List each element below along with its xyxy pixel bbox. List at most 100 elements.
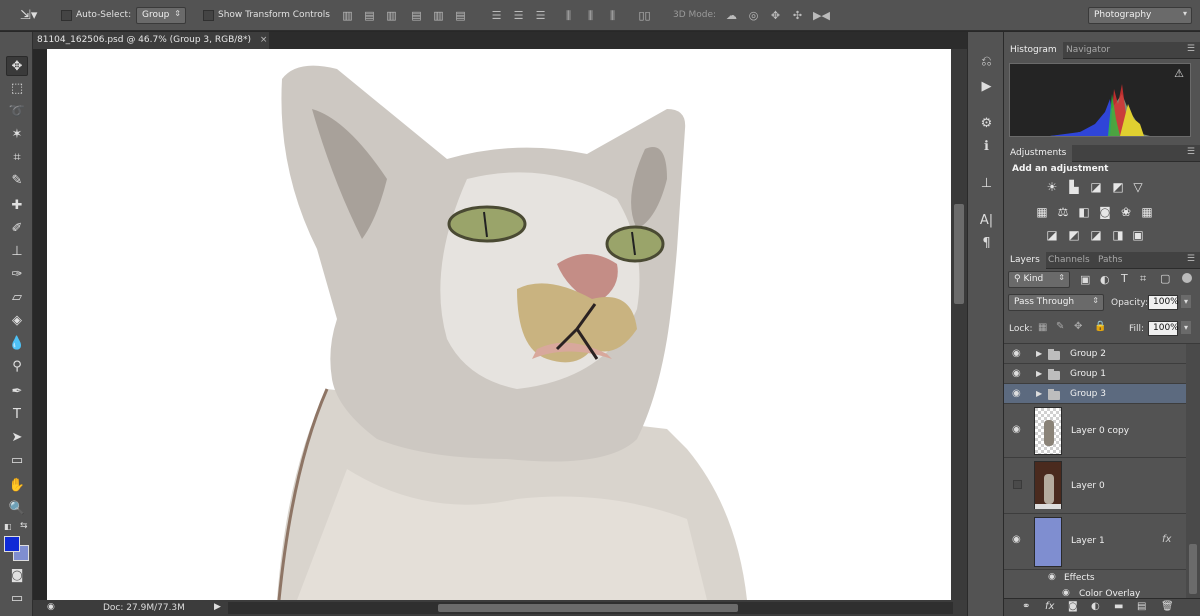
filter-shape-icon[interactable]: ⌗ (1140, 272, 1146, 286)
gradient-map-icon[interactable]: ◨ (1110, 228, 1126, 242)
effects-row[interactable]: ◉ Effects (1004, 570, 1186, 586)
link-layers-icon[interactable]: ⚭ (1022, 601, 1030, 612)
foreground-color-swatch[interactable] (4, 536, 20, 552)
status-arrow-icon[interactable]: ▶ (214, 602, 221, 612)
auto-select-dropdown[interactable]: Group ⇕ (136, 7, 186, 24)
layer-row-layer-0-copy[interactable]: ◉ Layer 0 copy (1004, 404, 1186, 458)
fill-field[interactable]: 100% (1148, 321, 1179, 336)
swap-colors-icon[interactable]: ⇆ (20, 521, 28, 531)
layer-row-group-2[interactable]: ◉ ▶ Group 2 (1004, 344, 1186, 364)
brush-tool-icon[interactable]: ✐ (6, 219, 28, 239)
horizontal-scrollbar[interactable] (228, 602, 953, 614)
opacity-field[interactable]: 100% (1148, 295, 1179, 310)
align-hcenter-icon[interactable]: ▥ (432, 9, 445, 22)
expand-arrow-icon[interactable]: ▶ (1036, 389, 1042, 398)
new-adjustment-icon[interactable]: ◐ (1091, 601, 1100, 612)
filter-toggle-icon[interactable] (1182, 273, 1192, 283)
document-canvas[interactable] (47, 49, 951, 600)
blend-mode-dropdown[interactable]: Pass Through ⇕ (1008, 294, 1104, 311)
layer-row-layer-1[interactable]: ◉ Layer 1 fx (1004, 514, 1186, 570)
distribute-bottom-icon[interactable]: ☰ (534, 9, 547, 22)
photo-filter-icon[interactable]: ◙ (1097, 205, 1113, 219)
visibility-eye-icon[interactable]: ◉ (1012, 388, 1021, 399)
filter-adjustment-icon[interactable]: ◐ (1100, 273, 1110, 286)
pen-tool-icon[interactable]: ✒ (6, 382, 28, 402)
visibility-eye-icon[interactable]: ◉ (1012, 368, 1021, 379)
history-panel-icon[interactable]: ⎌ (977, 52, 996, 71)
zoom-tool-icon[interactable]: 🔍 (6, 499, 28, 519)
panel-menu-icon[interactable]: ☰ (1187, 44, 1195, 54)
paragraph-panel-icon[interactable]: ¶ (977, 234, 996, 253)
layer-row-group-3[interactable]: ◉ ▶ Group 3 (1004, 384, 1186, 404)
layers-scrollbar[interactable] (1186, 344, 1200, 598)
tab-paths[interactable]: Paths (1092, 252, 1128, 269)
lasso-tool-icon[interactable]: ➰ (6, 102, 28, 122)
vertical-scrollbar[interactable] (951, 49, 967, 600)
visibility-eye-icon[interactable]: ◉ (1012, 424, 1021, 435)
layer-kind-filter[interactable]: ⚲ Kind ⇕ (1008, 271, 1070, 288)
document-tab[interactable]: 81104_162506.psd @ 46.7% (Group 3, RGB/8… (33, 32, 269, 49)
levels-icon[interactable]: ▙ (1066, 180, 1082, 194)
transform-controls-checkbox[interactable] (203, 10, 214, 21)
3d-roll-icon[interactable]: ◎ (747, 9, 760, 22)
auto-select-checkbox[interactable] (61, 10, 72, 21)
filter-smart-object-icon[interactable]: ▢ (1160, 272, 1170, 285)
marquee-tool-icon[interactable]: ⬚ (6, 79, 28, 99)
vertical-scroll-thumb[interactable] (954, 204, 964, 304)
color-balance-icon[interactable]: ⚖ (1055, 205, 1071, 219)
black-white-icon[interactable]: ◧ (1076, 205, 1092, 219)
panel-menu-icon[interactable]: ☰ (1187, 147, 1195, 157)
panel-menu-icon[interactable]: ☰ (1187, 254, 1195, 264)
tab-channels[interactable]: Channels (1042, 252, 1096, 269)
type-tool-icon[interactable]: T (6, 405, 28, 425)
properties-panel-icon[interactable]: ⚙ (977, 114, 996, 133)
document-tab-close-icon[interactable]: × (260, 35, 268, 45)
posterize-icon[interactable]: ◩ (1066, 228, 1082, 242)
opacity-arrow-icon[interactable]: ▾ (1181, 295, 1192, 308)
3d-scale-icon[interactable]: ▶◀ (813, 9, 830, 22)
add-style-icon[interactable]: fx (1045, 601, 1054, 612)
history-brush-tool-icon[interactable]: ✑ (6, 265, 28, 285)
paint-bucket-tool-icon[interactable]: ◈ (6, 311, 28, 331)
hue-saturation-icon[interactable]: ▦ (1034, 205, 1050, 219)
lock-transparent-icon[interactable]: ▦ (1038, 322, 1047, 333)
clone-source-panel-icon[interactable]: ⊥ (977, 174, 996, 193)
default-colors-icon[interactable]: ◧ (4, 522, 12, 531)
clone-stamp-tool-icon[interactable]: ⊥ (6, 242, 28, 262)
add-mask-icon[interactable]: ◙ (1068, 601, 1078, 612)
lock-all-icon[interactable]: 🔒 (1094, 321, 1106, 332)
align-top-icon[interactable]: ▥ (341, 9, 354, 22)
warning-icon[interactable]: ⚠ (1174, 67, 1184, 80)
eyedropper-tool-icon[interactable]: ✎ (6, 171, 28, 191)
expand-arrow-icon[interactable]: ▶ (1036, 369, 1042, 378)
lock-pixels-icon[interactable]: ✎ (1056, 321, 1064, 332)
distribute-right-icon[interactable]: ⫼ (606, 9, 619, 22)
visibility-eye-icon[interactable]: ◉ (1012, 534, 1021, 545)
auto-align-icon[interactable]: ▯▯ (638, 9, 651, 22)
screen-mode-icon[interactable]: ▭ (6, 589, 28, 609)
lock-position-icon[interactable]: ✥ (1074, 321, 1082, 332)
visibility-eye-icon[interactable]: ◉ (1012, 348, 1021, 359)
exposure-icon[interactable]: ◩ (1110, 180, 1126, 194)
color-overlay-row[interactable]: ◉ Color Overlay (1004, 586, 1186, 598)
tab-navigator[interactable]: Navigator (1060, 42, 1116, 59)
path-selection-tool-icon[interactable]: ➤ (6, 428, 28, 448)
brightness-contrast-icon[interactable]: ☀ (1044, 180, 1060, 194)
hand-tool-icon[interactable]: ✋ (6, 476, 28, 496)
3d-rotate-icon[interactable]: ☁ (725, 9, 738, 22)
fx-indicator-icon[interactable]: fx (1162, 534, 1171, 545)
blur-tool-icon[interactable]: 💧 (6, 334, 28, 354)
3d-slide-icon[interactable]: ✣ (791, 9, 804, 22)
horizontal-scroll-thumb[interactable] (438, 604, 738, 612)
layer-row-group-1[interactable]: ◉ ▶ Group 1 (1004, 364, 1186, 384)
move-tool-preset-icon[interactable]: ⇲▾ (20, 8, 37, 23)
healing-brush-tool-icon[interactable]: ✚ (6, 196, 28, 216)
actions-panel-icon[interactable]: ▶ (977, 77, 996, 96)
layers-scroll-thumb[interactable] (1189, 544, 1197, 594)
filter-pixel-icon[interactable]: ▣ (1080, 273, 1090, 286)
filter-type-icon[interactable]: T (1121, 272, 1128, 285)
fill-arrow-icon[interactable]: ▾ (1181, 321, 1192, 334)
layer-row-layer-0[interactable]: Layer 0 (1004, 458, 1186, 514)
shape-tool-icon[interactable]: ▭ (6, 451, 28, 471)
info-panel-icon[interactable]: ℹ (977, 137, 996, 156)
